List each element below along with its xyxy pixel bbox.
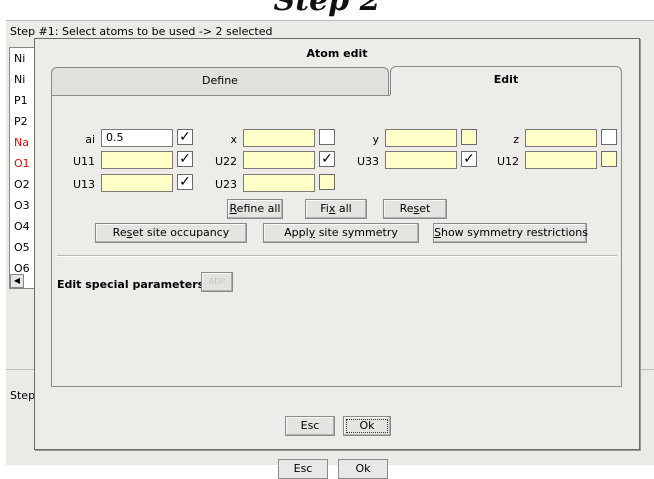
u11-label: U11	[72, 155, 95, 168]
z-refine-checkbox[interactable]	[601, 129, 617, 145]
esc-button[interactable]: Esc	[285, 416, 335, 436]
u13-label: U13	[72, 178, 95, 191]
x-label: x	[230, 133, 237, 146]
ai-refine-checkbox[interactable]: ✓	[177, 129, 193, 145]
u22-refine-checkbox[interactable]: ✓	[319, 151, 335, 167]
y-field[interactable]	[385, 129, 457, 147]
x-refine-checkbox[interactable]	[319, 129, 335, 145]
u13-field[interactable]	[101, 174, 173, 192]
u22-field[interactable]	[243, 151, 315, 169]
reset-occupancy-label-pre: Re	[112, 226, 127, 239]
dialog-title: Atom edit	[306, 47, 368, 60]
check-icon: ✓	[179, 174, 191, 190]
z-label: z	[513, 133, 519, 146]
background-scrollbar-edge	[640, 61, 646, 311]
apply-symmetry-label-post: site symmetry	[315, 226, 398, 239]
u33-field[interactable]	[385, 151, 457, 169]
adp-button[interactable]: ADP	[201, 272, 233, 292]
reset-label-post: et	[419, 202, 431, 215]
apply-site-symmetry-button[interactable]: Apply site symmetry	[263, 223, 419, 243]
special-parameters-label: Edit special parameters:	[57, 278, 209, 291]
u23-refine-checkbox[interactable]	[319, 174, 335, 190]
y-label: y	[372, 133, 379, 146]
show-restrictions-mnemonic: S	[434, 226, 441, 239]
z-field[interactable]	[525, 129, 597, 147]
show-symmetry-restrictions-button[interactable]: Show symmetry restrictions	[433, 223, 588, 243]
fix-all-label-pre: Fi	[320, 202, 329, 215]
check-icon: ✓	[321, 151, 333, 167]
page-title-fragment: Step 2	[273, 0, 381, 18]
show-restrictions-label-post: how symmetry restrictions	[440, 226, 588, 239]
fix-all-button[interactable]: Fix all	[305, 199, 367, 219]
y-refine-checkbox[interactable]	[461, 129, 477, 145]
step1-label: Step #1: Select atoms to be used -> 2 se…	[10, 25, 273, 38]
refine-all-button[interactable]: Refine all	[227, 199, 283, 219]
reset-label-pre: Re	[399, 202, 414, 215]
reset-site-occupancy-button[interactable]: Reset site occupancy	[95, 223, 247, 243]
u33-label: U33	[356, 155, 379, 168]
background-ok-button[interactable]: Ok	[338, 459, 388, 479]
fix-all-label-post: all	[335, 202, 352, 215]
u22-label: U22	[214, 155, 237, 168]
ai-label: ai	[85, 133, 95, 146]
u13-refine-checkbox[interactable]: ✓	[177, 174, 193, 190]
panel-separator-highlight	[57, 256, 617, 257]
u12-field[interactable]	[525, 151, 597, 169]
u12-label: U12	[496, 155, 519, 168]
ai-field[interactable]: 0.5	[101, 129, 173, 147]
u23-label: U23	[214, 178, 237, 191]
apply-symmetry-label-pre: Appl	[284, 226, 309, 239]
tab-panel-top-border	[51, 95, 390, 96]
scroll-left-icon[interactable]: ◀	[10, 274, 24, 288]
u12-refine-checkbox[interactable]	[601, 151, 617, 167]
step2-label: Step	[10, 389, 36, 402]
check-icon: ✓	[179, 129, 191, 145]
x-field[interactable]	[243, 129, 315, 147]
tab-define[interactable]: Define	[51, 67, 389, 96]
reset-button[interactable]: Reset	[383, 199, 447, 219]
reset-occupancy-label-post: et site occupancy	[132, 226, 230, 239]
atom-edit-dialog: Atom edit Define Edit ai 0.5 ✓ x y z U11…	[34, 38, 640, 450]
check-icon: ✓	[179, 151, 191, 167]
u33-refine-checkbox[interactable]: ✓	[461, 151, 477, 167]
u23-field[interactable]	[243, 174, 315, 192]
background-esc-button[interactable]: Esc	[278, 459, 328, 479]
u11-refine-checkbox[interactable]: ✓	[177, 151, 193, 167]
refine-all-mnemonic: R	[229, 202, 237, 215]
u11-field[interactable]	[101, 151, 173, 169]
refine-all-label-post: efine all	[236, 202, 281, 215]
ok-button[interactable]: Ok	[343, 416, 391, 436]
tab-edit[interactable]: Edit	[390, 66, 622, 97]
check-icon: ✓	[463, 151, 475, 167]
